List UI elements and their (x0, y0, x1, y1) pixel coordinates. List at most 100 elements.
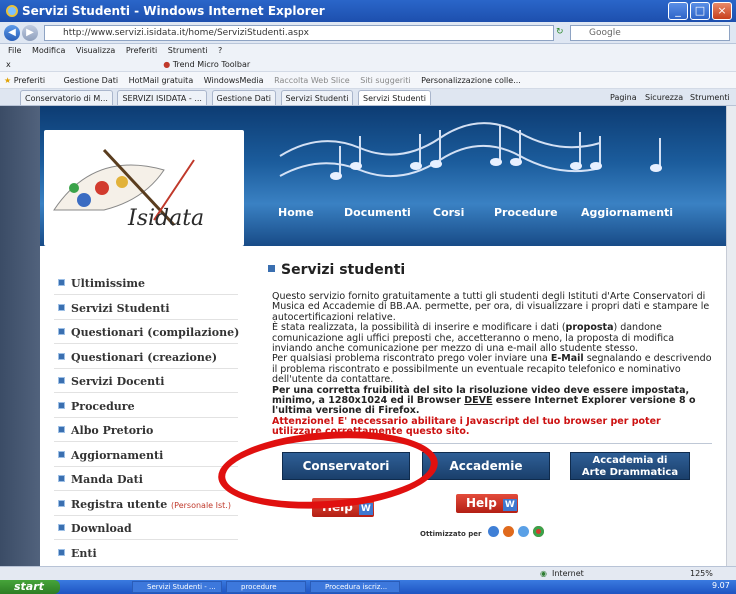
chrome-icon (533, 526, 544, 537)
menu-file[interactable]: File (8, 46, 21, 55)
menu-modifica[interactable]: Modifica (32, 46, 65, 55)
window-title-bar: Servizi Studenti - Windows Internet Expl… (0, 0, 736, 22)
address-input[interactable]: http://www.servizi.isidata.it/home/Servi… (44, 25, 554, 41)
sidebar-item-albo-pretorio[interactable]: Albo Pretorio (58, 424, 153, 437)
fav-suggeriti[interactable]: Siti suggeriti (360, 76, 410, 85)
menu-bar: File Modifica Visualizza Preferiti Strum… (0, 44, 736, 57)
fav-webslice[interactable]: Raccolta Web Slice (274, 76, 350, 85)
trend-icon: ● (163, 60, 171, 69)
menu-preferiti[interactable]: Preferiti (126, 46, 157, 55)
trend-toolbar[interactable]: Trend Micro Toolbar (173, 60, 250, 69)
tab-gestione[interactable]: Gestione Dati (211, 90, 276, 105)
close-button[interactable]: × (712, 2, 732, 20)
ie-icon (6, 5, 18, 17)
nav-documenti[interactable]: Documenti (344, 206, 411, 219)
bullet-icon (58, 524, 65, 531)
start-button[interactable]: start (0, 580, 60, 594)
bullet-icon (58, 377, 65, 384)
paragraph-1: Questo servizio fornito gratuitamente a … (272, 291, 710, 323)
fav-gestione[interactable]: Gestione Dati (64, 76, 119, 85)
maximize-button[interactable]: □ (690, 2, 710, 20)
zone-label: Internet (552, 569, 584, 578)
firefox-icon (503, 526, 514, 537)
tab-servizi-active[interactable]: Servizi Studenti (358, 90, 431, 105)
word-icon: W (502, 499, 517, 511)
bullet-icon (58, 353, 65, 360)
sidebar-item-questionari-compilazione[interactable]: Questionari (compilazione) (58, 326, 239, 339)
minimize-button[interactable]: _ (668, 2, 688, 20)
taskbar-item-procedure[interactable]: procedure (226, 581, 306, 593)
globe-icon: ◉ (540, 569, 547, 578)
toolbar-close[interactable]: x (6, 60, 11, 69)
pagina-menu[interactable]: Pagina (610, 89, 637, 106)
favorites-button[interactable]: Preferiti (14, 76, 45, 85)
refresh-icon[interactable]: ↻ (556, 27, 564, 37)
sicurezza-menu[interactable]: Sicurezza (645, 89, 683, 106)
sidebar-item-questionari-creazione[interactable]: Questionari (creazione) (58, 351, 217, 364)
bullet-icon (58, 426, 65, 433)
ie-browser-icon (488, 526, 499, 537)
zoom-level[interactable]: 125% (690, 567, 713, 580)
sidebar-item-enti[interactable]: Enti (58, 547, 97, 560)
sidebar-item-manda-dati[interactable]: Manda Dati (58, 473, 143, 486)
sidebar-item-servizi-docenti[interactable]: Servizi Docenti (58, 375, 164, 388)
bullet-icon (58, 279, 65, 286)
fav-personalizzazione[interactable]: Personalizzazione colle... (421, 76, 521, 85)
paragraph-4: Per una corretta fruibilità del sito la … (272, 384, 696, 417)
menu-help[interactable]: ? (218, 46, 222, 55)
page-title: Servizi studenti (268, 262, 405, 278)
help-button-2[interactable]: Help W (456, 494, 518, 513)
taskbar-item-procedura[interactable]: Procedura iscriz... (310, 581, 400, 593)
fav-windowsmedia[interactable]: WindowsMedia (204, 76, 264, 85)
status-bar: ◉ Internet 125% (0, 566, 736, 580)
star-icon: ★ (4, 76, 12, 85)
bullet-icon (58, 451, 65, 458)
sidebar-item-registra-utente[interactable]: Registra utente (Personale Ist.) (58, 498, 231, 511)
word-icon: W (358, 503, 373, 515)
bullet-icon (58, 304, 65, 311)
registra-note: (Personale Ist.) (171, 501, 231, 510)
bullet-icon (268, 265, 275, 272)
back-icon[interactable]: ◀ (4, 25, 20, 41)
nav-home[interactable]: Home (278, 206, 314, 219)
sidebar: Ultimissime Servizi Studenti Questionari… (44, 246, 244, 566)
bullet-icon (58, 402, 65, 409)
vertical-scrollbar[interactable] (726, 106, 736, 566)
tab-isidata[interactable]: SERVIZI ISIDATA - ... (117, 90, 207, 105)
nav-corsi[interactable]: Corsi (433, 206, 464, 219)
intro-text: Questo servizio fornito gratuitamente a … (272, 291, 712, 438)
tab-servizi-1[interactable]: Servizi Studenti (280, 90, 354, 105)
paragraph-3: Per qualsiasi problema riscontrato prego… (272, 353, 712, 386)
nav-aggiornamenti[interactable]: Aggiornamenti (581, 206, 673, 219)
tab-conservatorio[interactable]: Conservatorio di M... (20, 90, 113, 105)
bullet-icon (58, 328, 65, 335)
sidebar-item-procedure[interactable]: Procedure (58, 400, 135, 413)
email-link[interactable]: E-Mail (551, 353, 584, 364)
favorites-bar: ★ Preferiti Gestione Dati HotMail gratui… (0, 72, 736, 89)
sidebar-item-servizi-studenti[interactable]: Servizi Studenti (58, 302, 170, 315)
tab-bar: Conservatorio di M... SERVIZI ISIDATA - … (0, 89, 736, 106)
sidebar-item-aggiornamenti[interactable]: Aggiornamenti (58, 449, 163, 462)
forward-icon[interactable]: ▶ (22, 25, 38, 41)
menu-visualizza[interactable]: Visualizza (76, 46, 115, 55)
safari-icon (518, 526, 529, 537)
accademie-button[interactable]: Accademie (422, 452, 550, 480)
window-title: Servizi Studenti - Windows Internet Expl… (22, 4, 325, 18)
strumenti-menu[interactable]: Strumenti (690, 89, 730, 106)
window-controls: _ □ × (668, 2, 732, 20)
accademia-arte-drammatica-button[interactable]: Accademia di Arte Drammatica (570, 452, 690, 480)
address-row: ◀ ▶ http://www.servizi.isidata.it/home/S… (0, 22, 736, 44)
search-input[interactable]: Google (570, 25, 730, 41)
fav-hotmail[interactable]: HotMail gratuita (129, 76, 194, 85)
bullet-icon (58, 475, 65, 482)
sidebar-item-download[interactable]: Download (58, 522, 132, 535)
bullet-icon (58, 500, 65, 507)
optimized-label: Ottimizzato per (420, 530, 482, 538)
nav-procedure[interactable]: Procedure (494, 206, 558, 219)
menu-strumenti[interactable]: Strumenti (168, 46, 208, 55)
taskbar-item-ie[interactable]: Servizi Studenti - ... (132, 581, 222, 593)
sidebar-item-ultimissime[interactable]: Ultimissime (58, 277, 145, 290)
bullet-icon (58, 549, 65, 556)
toolbar-row: x ● Trend Micro Toolbar (0, 57, 736, 72)
clock: 9.07 (712, 581, 730, 590)
